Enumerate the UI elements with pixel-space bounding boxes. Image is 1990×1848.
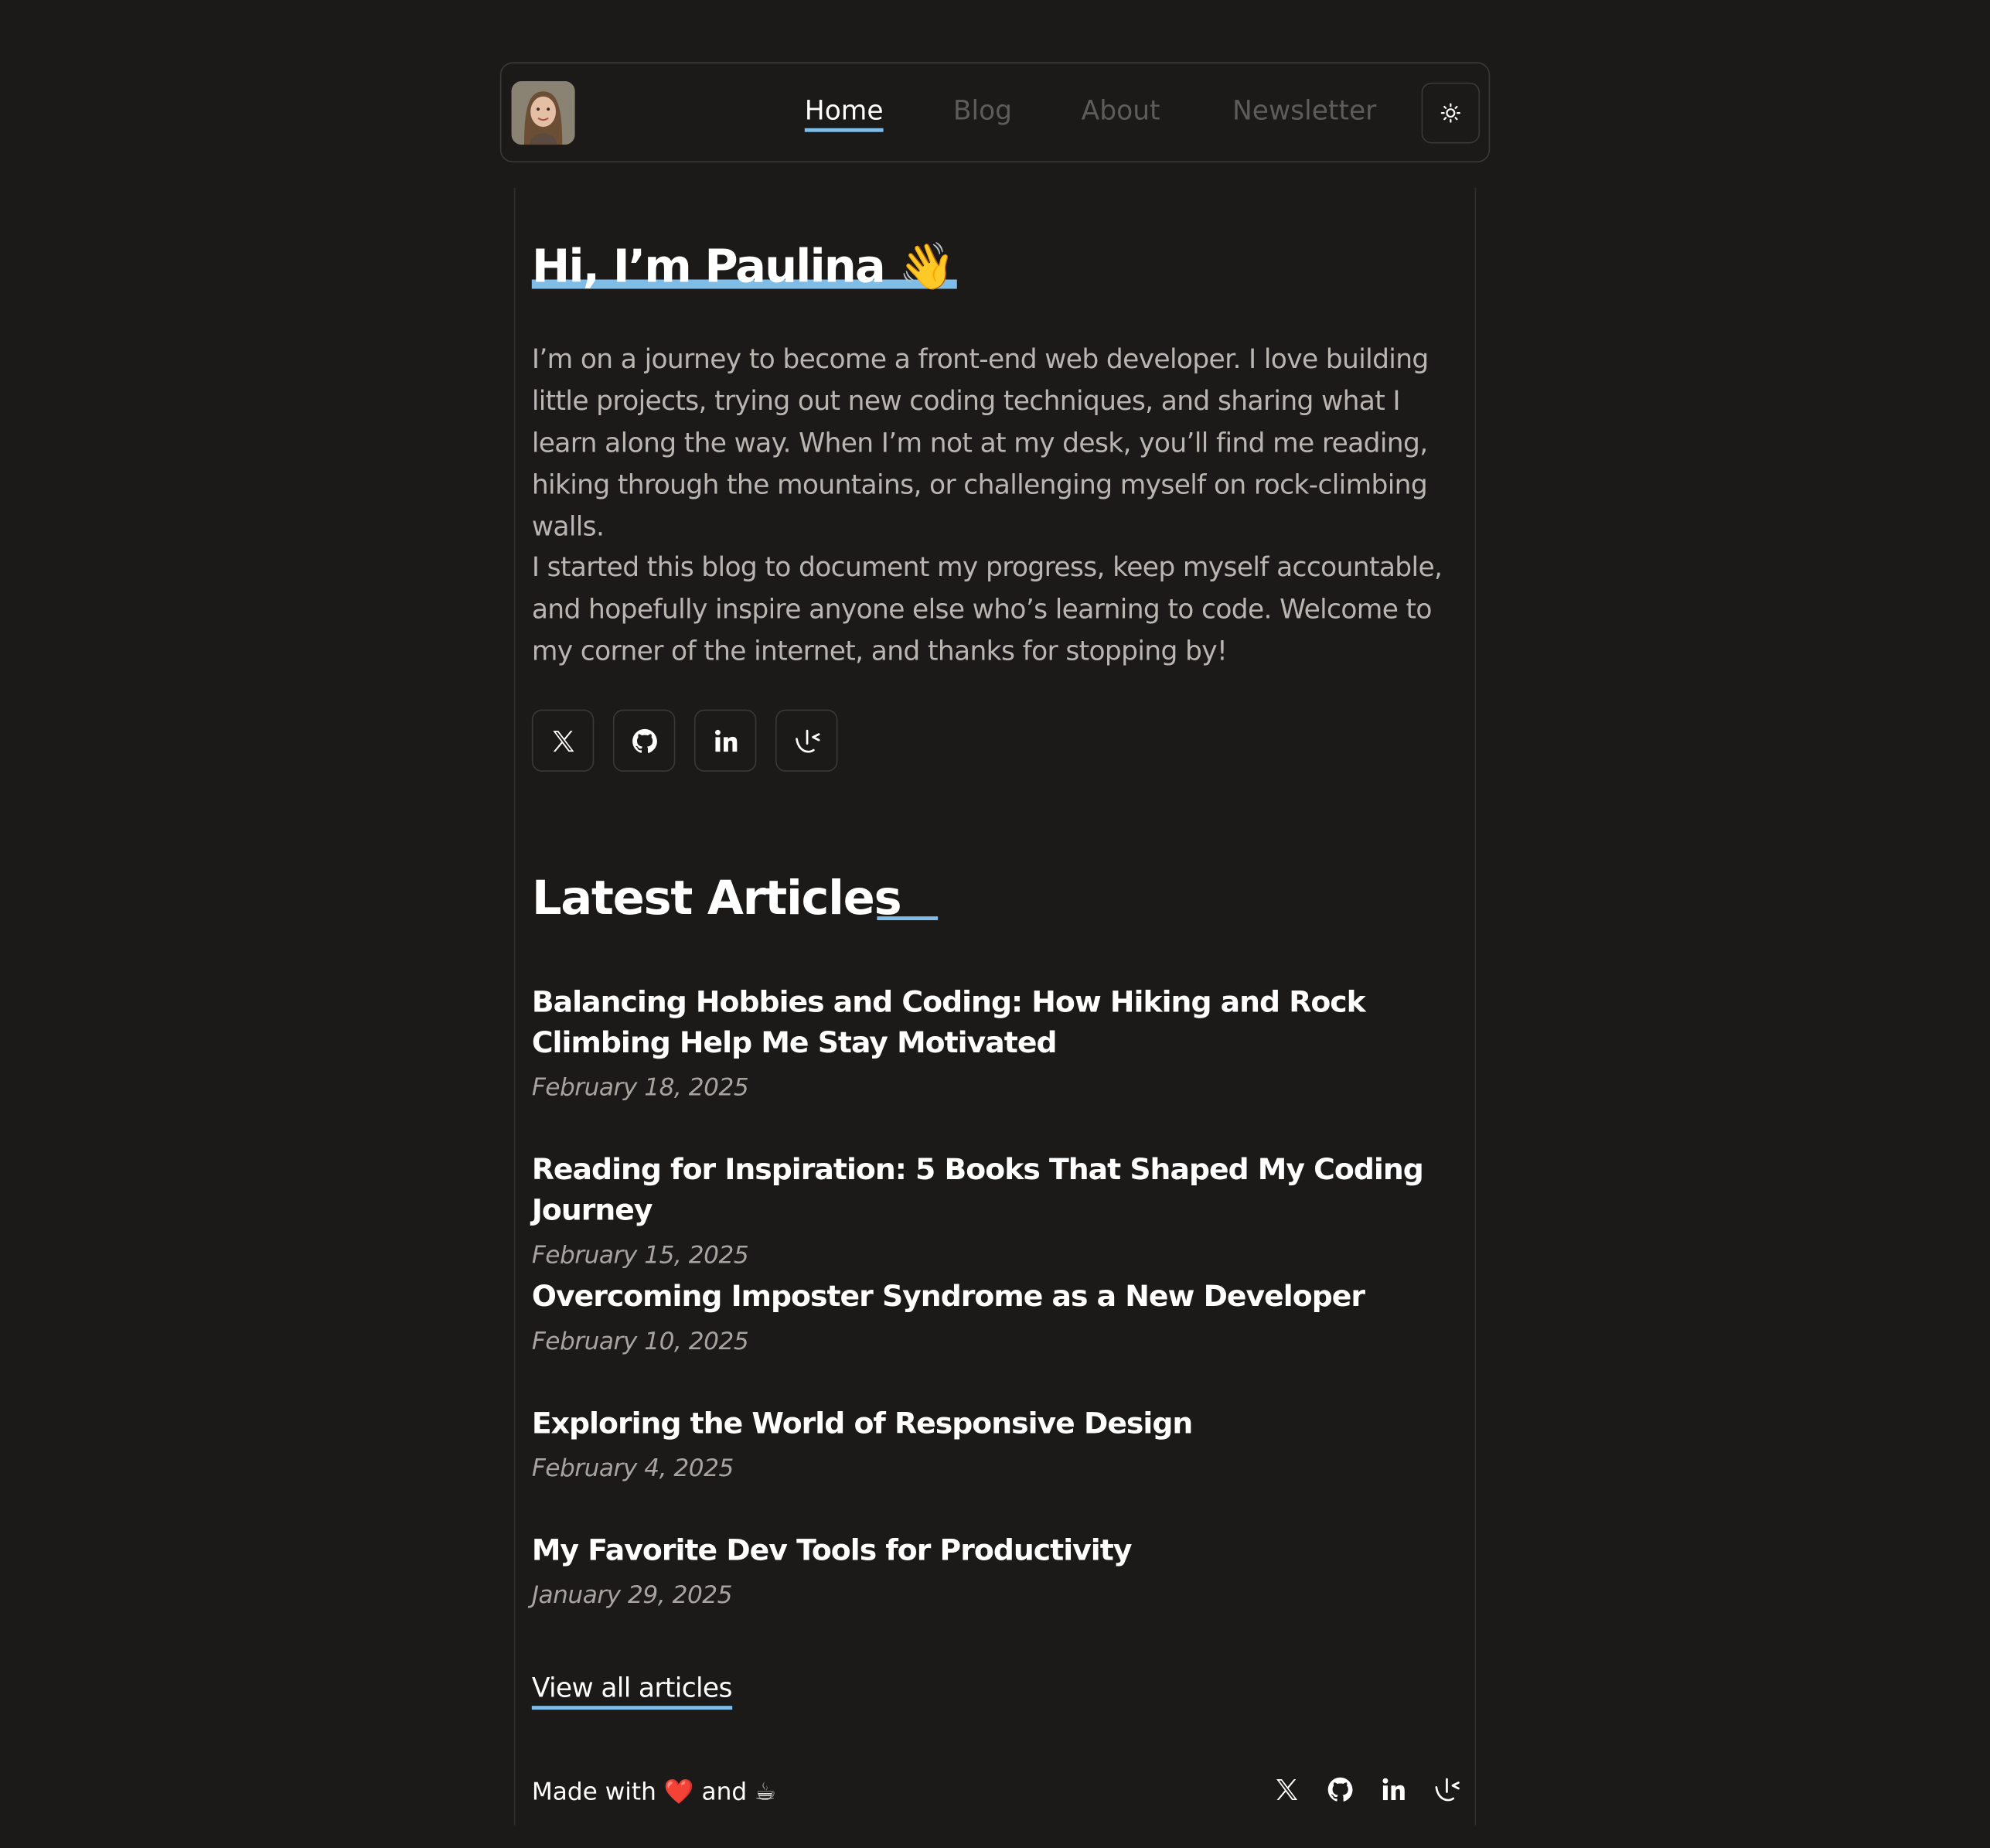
- article-title[interactable]: My Favorite Dev Tools for Productivity: [532, 1531, 1471, 1572]
- github-link-button[interactable]: [612, 709, 676, 772]
- linkedin-icon: [714, 729, 737, 752]
- nav-link-about[interactable]: About: [1082, 95, 1160, 125]
- footer-made-with: Made with: [531, 1777, 656, 1806]
- footer-frontend-mentor-link[interactable]: [1432, 1775, 1462, 1805]
- footer-github-link[interactable]: [1325, 1775, 1355, 1805]
- top-navigation: Home Blog About Newsletter: [499, 62, 1491, 164]
- footer-social-links: [1272, 1775, 1462, 1805]
- footer-and: and: [701, 1777, 748, 1806]
- linkedin-icon: [1382, 1778, 1405, 1801]
- article-date: February 10, 2025: [531, 1328, 749, 1356]
- article-title[interactable]: Balancing Hobbies and Coding: How Hiking…: [532, 983, 1471, 1064]
- article-date: January 29, 2025: [531, 1581, 733, 1610]
- heading-accent-bar: [877, 916, 939, 921]
- footer-credit: Made with ❤️ and ☕: [532, 1777, 776, 1806]
- article-item: Overcoming Imposter Syndrome as a New De…: [532, 1277, 1471, 1355]
- nav-link-home[interactable]: Home: [804, 95, 884, 132]
- x-icon: [1276, 1778, 1298, 1801]
- article-item: Balancing Hobbies and Coding: How Hiking…: [531, 983, 1471, 1102]
- article-date: February 15, 2025: [531, 1241, 749, 1270]
- article-title[interactable]: Exploring the World of Responsive Design: [532, 1403, 1471, 1444]
- article-item: Reading for Inspiration: 5 Books That Sh…: [532, 1150, 1471, 1269]
- article-date: February 4, 2025: [531, 1454, 734, 1483]
- intro-paragraph: I’m on a journey to become a front-end w…: [531, 343, 1429, 542]
- github-icon: [632, 728, 657, 753]
- article-date: February 18, 2025: [531, 1073, 749, 1102]
- linkedin-link-button[interactable]: [693, 709, 757, 772]
- page: Home Blog About Newsletter Hi, I’m Pauli…: [0, 0, 1990, 1848]
- footer-linkedin-link[interactable]: [1378, 1775, 1409, 1805]
- coffee-icon: ☕: [755, 1777, 777, 1806]
- intro-paragraph-2: I started this blog to document my progr…: [531, 552, 1443, 667]
- frontend-mentor-icon: [1435, 1778, 1460, 1802]
- footer-x-link[interactable]: [1272, 1775, 1302, 1805]
- article-item: Exploring the World of Responsive Design…: [532, 1403, 1471, 1482]
- theme-toggle-button[interactable]: [1421, 82, 1481, 144]
- latest-articles-heading: Latest Articles: [531, 871, 902, 926]
- view-all-articles-link[interactable]: View all articles: [531, 1672, 732, 1710]
- nav-link-newsletter[interactable]: Newsletter: [1232, 95, 1376, 125]
- frontend-mentor-icon: [795, 728, 820, 752]
- social-links: [531, 709, 838, 772]
- x-link-button[interactable]: [531, 709, 595, 772]
- nav-link-blog[interactable]: Blog: [953, 95, 1012, 125]
- hero-title: Hi, I’m Paulina 👋: [531, 238, 957, 298]
- article-title[interactable]: Reading for Inspiration: 5 Books That Sh…: [532, 1150, 1471, 1231]
- nav-links: Home Blog About Newsletter: [501, 63, 1488, 164]
- frontend-mentor-link-button[interactable]: [775, 709, 838, 772]
- article-item: My Favorite Dev Tools for Productivity J…: [532, 1531, 1471, 1610]
- github-icon: [1327, 1777, 1353, 1802]
- sun-icon: [1440, 103, 1460, 123]
- article-title[interactable]: Overcoming Imposter Syndrome as a New De…: [532, 1277, 1471, 1318]
- heart-icon: ❤️: [663, 1778, 694, 1806]
- main-content: Hi, I’m Paulina 👋 I’m on a journey to be…: [513, 187, 1477, 1826]
- x-icon: [552, 730, 574, 752]
